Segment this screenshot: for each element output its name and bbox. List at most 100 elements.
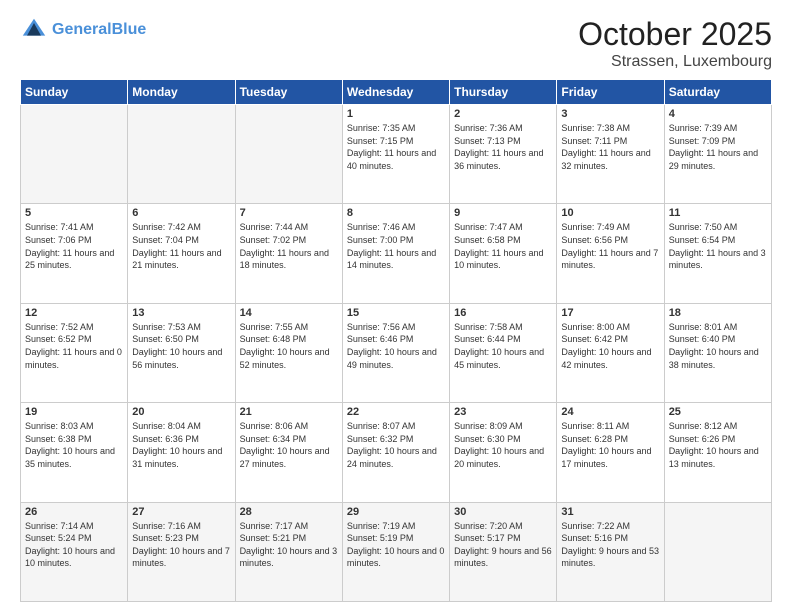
day-number: 3 (561, 108, 659, 120)
calendar-day-cell: 21 Sunrise: 8:06 AM Sunset: 6:34 PM Dayli… (235, 403, 342, 502)
weekday-header: Saturday (664, 80, 771, 105)
day-number: 19 (25, 406, 123, 418)
day-info: Sunrise: 7:39 AM Sunset: 7:09 PM Dayligh… (669, 122, 767, 172)
day-info: Sunrise: 7:16 AM Sunset: 5:23 PM Dayligh… (132, 520, 230, 570)
calendar-day-cell (235, 105, 342, 204)
calendar-day-cell: 2Sunrise: 7:36 AM Sunset: 7:13 PM Daylig… (450, 105, 557, 204)
calendar-day-cell: 15 Sunrise: 7:56 AM Sunset: 6:46 PM Dayli… (342, 303, 449, 402)
day-info: Sunrise: 7:36 AM Sunset: 7:13 PM Dayligh… (454, 122, 552, 172)
day-info: Sunrise: 7:20 AM Sunset: 5:17 PM Dayligh… (454, 520, 552, 570)
calendar-day-cell: 3Sunrise: 7:38 AM Sunset: 7:11 PM Daylig… (557, 105, 664, 204)
day-info: Sunrise: 8:09 AM Sunset: 6:30 PM Dayligh… (454, 420, 552, 470)
day-info: Sunrise: 7:46 AM Sunset: 7:00 PM Dayligh… (347, 221, 445, 271)
calendar-week-row: 1 Sunrise: 7:35 AM Sunset: 7:15 PM Daylig… (21, 105, 772, 204)
calendar-day-cell: 4 Sunrise: 7:39 AM Sunset: 7:09 PM Daylig… (664, 105, 771, 204)
calendar-day-cell: 19 Sunrise: 8:03 AM Sunset: 6:38 PM Dayli… (21, 403, 128, 502)
day-info: Sunrise: 8:01 AM Sunset: 6:40 PM Dayligh… (669, 321, 767, 371)
day-info: Sunrise: 7:22 AM Sunset: 5:16 PM Dayligh… (561, 520, 659, 570)
page: GeneralBlue October 2025 Strassen, Luxem… (0, 0, 792, 612)
weekday-header: Monday (128, 80, 235, 105)
day-info: Sunrise: 8:00 AM Sunset: 6:42 PM Dayligh… (561, 321, 659, 371)
logo-text: GeneralBlue (52, 21, 146, 39)
calendar-day-cell: 9 Sunrise: 7:47 AM Sunset: 6:58 PM Daylig… (450, 204, 557, 303)
day-info: Sunrise: 7:52 AM Sunset: 6:52 PM Dayligh… (25, 321, 123, 371)
title-block: October 2025 Strassen, Luxembourg (578, 16, 772, 71)
weekday-header: Wednesday (342, 80, 449, 105)
logo-line2: Blue (112, 21, 147, 38)
calendar-day-cell: 30Sunrise: 7:20 AM Sunset: 5:17 PM Dayli… (450, 502, 557, 601)
calendar-table: SundayMondayTuesdayWednesdayThursdayFrid… (20, 79, 772, 602)
calendar-subtitle: Strassen, Luxembourg (578, 53, 772, 71)
calendar-day-cell: 12Sunrise: 7:52 AM Sunset: 6:52 PM Dayli… (21, 303, 128, 402)
day-number: 1 (347, 108, 445, 120)
day-number: 17 (561, 307, 659, 319)
day-info: Sunrise: 7:50 AM Sunset: 6:54 PM Dayligh… (669, 221, 767, 271)
day-number: 14 (240, 307, 338, 319)
calendar-day-cell: 24 Sunrise: 8:11 AM Sunset: 6:28 PM Dayli… (557, 403, 664, 502)
day-info: Sunrise: 7:49 AM Sunset: 6:56 PM Dayligh… (561, 221, 659, 271)
day-number: 11 (669, 207, 767, 219)
logo: GeneralBlue (20, 16, 146, 44)
calendar-week-row: 19 Sunrise: 8:03 AM Sunset: 6:38 PM Dayli… (21, 403, 772, 502)
calendar-day-cell: 22 Sunrise: 8:07 AM Sunset: 6:32 PM Dayli… (342, 403, 449, 502)
day-info: Sunrise: 7:47 AM Sunset: 6:58 PM Dayligh… (454, 221, 552, 271)
day-number: 24 (561, 406, 659, 418)
calendar-day-cell: 26 Sunrise: 7:14 AM Sunset: 5:24 PM Dayli… (21, 502, 128, 601)
day-info: Sunrise: 8:12 AM Sunset: 6:26 PM Dayligh… (669, 420, 767, 470)
weekday-header: Tuesday (235, 80, 342, 105)
calendar-day-cell: 16Sunrise: 7:58 AM Sunset: 6:44 PM Dayli… (450, 303, 557, 402)
day-info: Sunrise: 7:35 AM Sunset: 7:15 PM Dayligh… (347, 122, 445, 172)
calendar-day-cell: 25 Sunrise: 8:12 AM Sunset: 6:26 PM Dayli… (664, 403, 771, 502)
logo-icon (20, 16, 48, 44)
day-info: Sunrise: 7:42 AM Sunset: 7:04 PM Dayligh… (132, 221, 230, 271)
day-number: 27 (132, 506, 230, 518)
logo-line1: General (52, 21, 112, 38)
calendar-week-row: 12Sunrise: 7:52 AM Sunset: 6:52 PM Dayli… (21, 303, 772, 402)
calendar-day-cell: 14 Sunrise: 7:55 AM Sunset: 6:48 PM Dayli… (235, 303, 342, 402)
calendar-day-cell (128, 105, 235, 204)
day-number: 25 (669, 406, 767, 418)
day-number: 29 (347, 506, 445, 518)
calendar-day-cell: 27 Sunrise: 7:16 AM Sunset: 5:23 PM Dayli… (128, 502, 235, 601)
day-number: 15 (347, 307, 445, 319)
day-info: Sunrise: 7:53 AM Sunset: 6:50 PM Dayligh… (132, 321, 230, 371)
day-info: Sunrise: 7:44 AM Sunset: 7:02 PM Dayligh… (240, 221, 338, 271)
day-number: 28 (240, 506, 338, 518)
calendar-day-cell: 5Sunrise: 7:41 AM Sunset: 7:06 PM Daylig… (21, 204, 128, 303)
calendar-day-cell: 8 Sunrise: 7:46 AM Sunset: 7:00 PM Daylig… (342, 204, 449, 303)
calendar-day-cell: 7Sunrise: 7:44 AM Sunset: 7:02 PM Daylig… (235, 204, 342, 303)
day-info: Sunrise: 8:11 AM Sunset: 6:28 PM Dayligh… (561, 420, 659, 470)
day-number: 23 (454, 406, 552, 418)
weekday-header: Thursday (450, 80, 557, 105)
day-info: Sunrise: 7:58 AM Sunset: 6:44 PM Dayligh… (454, 321, 552, 371)
day-number: 22 (347, 406, 445, 418)
calendar-day-cell: 20Sunrise: 8:04 AM Sunset: 6:36 PM Dayli… (128, 403, 235, 502)
header: GeneralBlue October 2025 Strassen, Luxem… (20, 16, 772, 71)
day-number: 9 (454, 207, 552, 219)
day-info: Sunrise: 7:41 AM Sunset: 7:06 PM Dayligh… (25, 221, 123, 271)
day-number: 8 (347, 207, 445, 219)
day-info: Sunrise: 7:19 AM Sunset: 5:19 PM Dayligh… (347, 520, 445, 570)
calendar-day-cell: 10 Sunrise: 7:49 AM Sunset: 6:56 PM Dayli… (557, 204, 664, 303)
day-number: 20 (132, 406, 230, 418)
day-info: Sunrise: 7:17 AM Sunset: 5:21 PM Dayligh… (240, 520, 338, 570)
day-number: 18 (669, 307, 767, 319)
day-number: 26 (25, 506, 123, 518)
day-info: Sunrise: 8:03 AM Sunset: 6:38 PM Dayligh… (25, 420, 123, 470)
calendar-day-cell: 6Sunrise: 7:42 AM Sunset: 7:04 PM Daylig… (128, 204, 235, 303)
day-number: 10 (561, 207, 659, 219)
calendar-day-cell (21, 105, 128, 204)
calendar-day-cell: 17 Sunrise: 8:00 AM Sunset: 6:42 PM Dayli… (557, 303, 664, 402)
calendar-day-cell: 13Sunrise: 7:53 AM Sunset: 6:50 PM Dayli… (128, 303, 235, 402)
calendar-week-row: 26 Sunrise: 7:14 AM Sunset: 5:24 PM Dayli… (21, 502, 772, 601)
day-info: Sunrise: 7:14 AM Sunset: 5:24 PM Dayligh… (25, 520, 123, 570)
day-info: Sunrise: 8:06 AM Sunset: 6:34 PM Dayligh… (240, 420, 338, 470)
day-number: 21 (240, 406, 338, 418)
day-info: Sunrise: 7:55 AM Sunset: 6:48 PM Dayligh… (240, 321, 338, 371)
day-info: Sunrise: 7:56 AM Sunset: 6:46 PM Dayligh… (347, 321, 445, 371)
day-info: Sunrise: 8:07 AM Sunset: 6:32 PM Dayligh… (347, 420, 445, 470)
day-number: 4 (669, 108, 767, 120)
calendar-day-cell: 29 Sunrise: 7:19 AM Sunset: 5:19 PM Dayli… (342, 502, 449, 601)
calendar-header-row: SundayMondayTuesdayWednesdayThursdayFrid… (21, 80, 772, 105)
calendar-day-cell: 23 Sunrise: 8:09 AM Sunset: 6:30 PM Dayli… (450, 403, 557, 502)
